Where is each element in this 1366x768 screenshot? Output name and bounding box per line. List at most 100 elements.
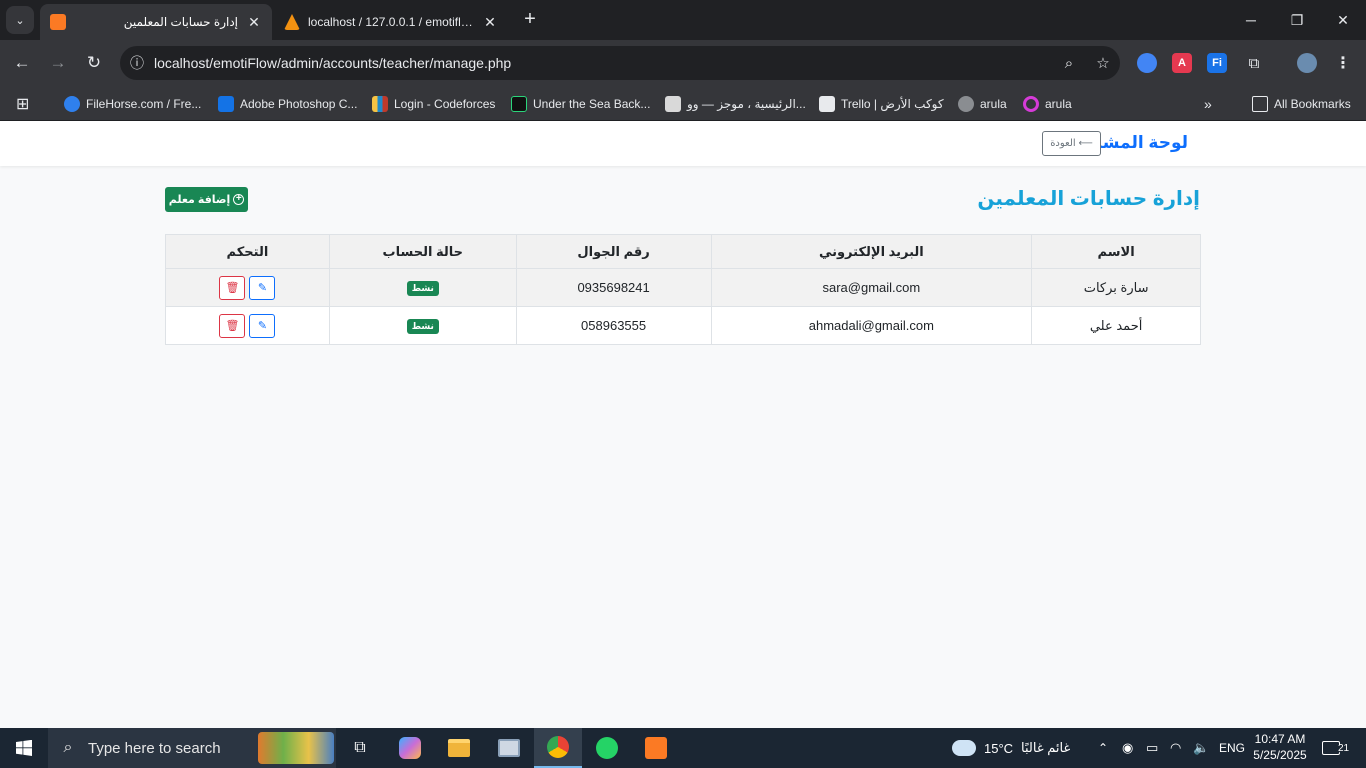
copilot-icon[interactable] <box>386 728 434 768</box>
forward-arrow-icon[interactable]: → <box>44 49 72 77</box>
menu-kebab-icon[interactable]: ⋮ <box>1333 53 1353 73</box>
table-header-row: الاسم البريد الإلكتروني رقم الجوال حالة … <box>165 234 1201 269</box>
all-bookmarks-label: All Bookmarks <box>1274 97 1351 111</box>
bookmark-codeforces[interactable]: Login - Codeforces <box>372 92 495 116</box>
weather-widget[interactable]: 15°C غائم غالبًا <box>952 728 1070 768</box>
tab-phpmyadmin[interactable]: localhost / 127.0.0.1 / emotiflow ✕ <box>274 4 508 40</box>
bookmark-trello[interactable]: Trello | كوكب الأرض <box>819 92 944 116</box>
bookmark-site-icon <box>511 96 527 112</box>
notification-count: 21 <box>1338 742 1350 754</box>
bookmark-label: Login - Codeforces <box>394 97 496 111</box>
bookmark-under-the-sea[interactable]: Under the Sea Back... <box>511 92 650 116</box>
delete-button[interactable]: 🗑 <box>219 313 246 338</box>
add-teacher-label: إضافة معلم <box>168 194 231 206</box>
zoom-icon[interactable]: ⌕ <box>1052 55 1086 72</box>
apps-grid-icon[interactable]: ⊞ <box>16 92 29 116</box>
extension-color-icon[interactable] <box>1137 53 1157 73</box>
camera-icon[interactable]: ◉ <box>1122 728 1133 768</box>
puzzle-icon[interactable]: ⧉ <box>1244 53 1264 73</box>
folder-icon <box>1252 96 1268 112</box>
notifications-button[interactable]: 21 <box>1322 728 1350 768</box>
trello-icon <box>819 96 835 112</box>
cell-controls: 🗑 ✎ <box>165 306 330 345</box>
bookmark-arula-2[interactable]: arula <box>1023 92 1072 116</box>
extension-fi-icon[interactable]: Fi <box>1207 53 1227 73</box>
cell-phone: 0935698241 <box>515 268 712 307</box>
bookmark-filehorse[interactable]: FileHorse.com / Fre... <box>64 92 201 116</box>
delete-button[interactable]: 🗑 <box>219 275 246 300</box>
volume-icon[interactable]: 🔈 <box>1193 728 1209 768</box>
back-button[interactable]: ⟵ العودة <box>1042 131 1101 156</box>
windows-taskbar: ⌕ Type here to search ⧉ 15°C غائم غالبًا… <box>0 728 1366 768</box>
page-title: إدارة حسابات المعلمين <box>977 188 1200 210</box>
tab-teacher-management[interactable]: إدارة حسابات المعلمين ✕ <box>40 4 272 40</box>
profile-avatar[interactable] <box>1297 53 1317 73</box>
add-teacher-button[interactable]: + إضافة معلم <box>165 187 248 212</box>
browser-toolbar: ← → ↻ ⓘ localhost/emotiFlow/admin/accoun… <box>0 40 1366 86</box>
restore-button[interactable]: ❐ <box>1274 0 1320 40</box>
minimize-button[interactable]: ─ <box>1228 0 1274 40</box>
start-button[interactable] <box>0 728 48 768</box>
url-text[interactable]: localhost/emotiFlow/admin/accounts/teach… <box>154 55 1052 71</box>
xampp-icon <box>50 14 66 30</box>
bookmark-label: Under the Sea Back... <box>533 97 651 111</box>
bookmark-site-icon <box>665 96 681 112</box>
openai-icon <box>958 96 974 112</box>
tab-search-button[interactable]: ⌄ <box>6 6 34 34</box>
phpmyadmin-icon <box>284 14 300 30</box>
bookmark-feed[interactable]: الرئيسية ، موجز — وو... <box>665 92 806 116</box>
trash-icon: 🗑 <box>225 282 240 294</box>
chevron-down-icon: ⌄ <box>15 14 25 27</box>
star-icon[interactable]: ☆ <box>1086 54 1120 72</box>
header-email: البريد الإلكتروني <box>710 234 1033 269</box>
tab-title: إدارة حسابات المعلمين <box>123 15 238 29</box>
edit-button[interactable]: ✎ <box>249 275 276 300</box>
new-tab-button[interactable]: + <box>518 8 542 32</box>
search-highlight-image <box>258 732 334 764</box>
ring-icon <box>1023 96 1039 112</box>
wifi-icon[interactable]: ◠ <box>1170 728 1181 768</box>
whatsapp-icon[interactable] <box>583 728 631 768</box>
plus-circle-icon: + <box>233 194 245 205</box>
bookmark-photoshop[interactable]: Adobe Photoshop C... <box>218 92 357 116</box>
close-icon[interactable]: ✕ <box>482 14 498 31</box>
window-close-button[interactable]: ✕ <box>1320 0 1366 40</box>
tray-chevron-up-icon[interactable]: ⌃ <box>1098 728 1108 768</box>
search-placeholder: Type here to search <box>88 739 221 757</box>
cloud-icon <box>952 740 976 756</box>
status-badge: نشط <box>406 319 439 334</box>
taskbar-clock[interactable]: 10:47 AM 5/25/2025 <box>1245 731 1315 763</box>
language-indicator[interactable]: ENG <box>1219 728 1245 768</box>
browser-tab-strip: ⌄ إدارة حسابات المعلمين ✕ localhost / 12… <box>0 0 1366 40</box>
site-info-icon[interactable]: ⓘ <box>120 53 154 73</box>
reload-icon[interactable]: ↻ <box>80 49 108 77</box>
status-badge: نشط <box>406 281 439 296</box>
header-controls: التحكم <box>165 234 330 269</box>
bookmark-label: Adobe Photoshop C... <box>240 97 358 111</box>
close-icon[interactable]: ✕ <box>246 14 262 31</box>
task-view-icon[interactable]: ⧉ <box>336 728 384 768</box>
back-arrow-icon[interactable]: ← <box>8 49 36 77</box>
header-name: الاسم <box>1031 234 1201 269</box>
page-content: لوحة المشرف ⟵ العودة إدارة حسابات المعلم… <box>0 121 1366 728</box>
all-bookmarks-button[interactable]: All Bookmarks <box>1252 92 1351 116</box>
cell-email: ahmadali@gmail.com <box>710 306 1033 345</box>
clock-time: 10:47 AM <box>1254 732 1306 746</box>
cell-name: سارة بركات <box>1031 268 1201 307</box>
bookmarks-overflow-icon[interactable]: » <box>1204 92 1212 116</box>
codeforces-icon <box>372 96 388 112</box>
windows-logo-icon <box>16 740 32 756</box>
address-bar[interactable]: ⓘ localhost/emotiFlow/admin/accounts/tea… <box>120 46 1120 80</box>
edit-icon: ✎ <box>257 320 268 332</box>
photos-app-icon[interactable] <box>485 728 533 768</box>
file-explorer-icon[interactable] <box>435 728 483 768</box>
chrome-icon[interactable] <box>534 728 582 768</box>
table-row: أحمد علي ahmadali@gmail.com 058963555 نش… <box>165 306 1201 345</box>
bookmark-arula-1[interactable]: arula <box>958 92 1007 116</box>
xampp-icon[interactable] <box>632 728 680 768</box>
taskbar-search[interactable]: ⌕ Type here to search <box>48 728 336 768</box>
extension-pdf-icon[interactable]: A <box>1172 53 1192 73</box>
filehorse-icon <box>64 96 80 112</box>
battery-icon[interactable]: ▭ <box>1146 728 1158 768</box>
edit-button[interactable]: ✎ <box>249 313 276 338</box>
